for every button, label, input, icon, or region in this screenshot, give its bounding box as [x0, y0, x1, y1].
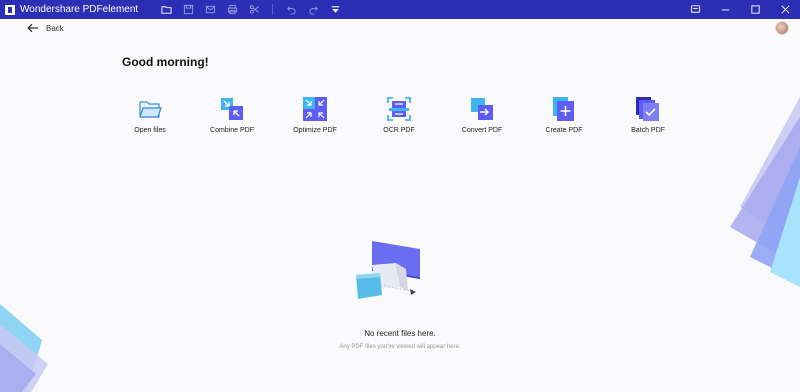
avatar[interactable]: [775, 21, 789, 35]
maximize-icon[interactable]: [740, 0, 770, 19]
tool-label: Create PDF: [545, 127, 583, 134]
title-bar: Wondershare PDFelement: [0, 0, 800, 19]
empty-state-subtitle: Any PDF files you've viewed will appear …: [339, 344, 461, 350]
folder-open-icon: [139, 101, 162, 118]
ocr-icon: [387, 97, 411, 121]
tool-label: OCR PDF: [383, 127, 415, 134]
back-label: Back: [46, 23, 64, 33]
combine-icon: [221, 98, 243, 120]
dropdown-icon[interactable]: [327, 2, 343, 18]
folder-icon[interactable]: [158, 2, 174, 18]
window-controls: [680, 0, 800, 19]
optimize-icon: [303, 97, 327, 121]
toolbar-divider: [272, 4, 274, 15]
tool-label: Combine PDF: [210, 127, 254, 134]
quick-tools: Open files Combine PDF Optimize PDF OCR …: [122, 96, 682, 141]
arrow-left-icon: [27, 23, 38, 33]
tool-optimize-pdf[interactable]: Optimize PDF: [275, 96, 355, 134]
close-icon[interactable]: [770, 0, 800, 19]
tool-open-files[interactable]: Open files: [110, 96, 190, 134]
app-title: Wondershare PDFelement: [20, 4, 139, 15]
tool-create-pdf[interactable]: Create PDF: [524, 96, 604, 134]
decorative-shapes-left: [0, 304, 48, 392]
tool-batch-pdf[interactable]: Batch PDF: [608, 96, 688, 134]
tool-label: Batch PDF: [631, 127, 665, 134]
decorative-shapes-right: [730, 97, 800, 287]
back-button[interactable]: Back: [27, 23, 64, 33]
tool-label: Open files: [134, 127, 166, 134]
mail-icon[interactable]: [202, 2, 218, 18]
minimize-icon[interactable]: [710, 0, 740, 19]
tool-label: Convert PDF: [461, 127, 503, 134]
redo-icon[interactable]: [305, 2, 321, 18]
scissors-icon[interactable]: [246, 2, 262, 18]
tool-combine-pdf[interactable]: Combine PDF: [192, 96, 272, 134]
empty-state-illustration: [356, 241, 420, 299]
convert-icon: [471, 98, 493, 120]
feedback-icon[interactable]: [680, 0, 710, 19]
tool-label: Optimize PDF: [293, 127, 337, 134]
tool-convert-pdf[interactable]: Convert PDF: [442, 96, 522, 134]
print-icon[interactable]: [224, 2, 240, 18]
batch-icon: [636, 97, 659, 121]
tool-ocr-pdf[interactable]: OCR PDF: [359, 96, 439, 134]
save-icon[interactable]: [180, 2, 196, 18]
undo-icon[interactable]: [283, 2, 299, 18]
app-logo-icon: [5, 4, 15, 15]
quick-toolbar: [158, 2, 343, 18]
greeting-title: Good morning!: [122, 55, 209, 69]
empty-state-title: No recent files here.: [364, 329, 436, 338]
create-icon: [553, 97, 574, 121]
home-panel: Back Good morning! Open files Combine PD…: [0, 19, 800, 392]
